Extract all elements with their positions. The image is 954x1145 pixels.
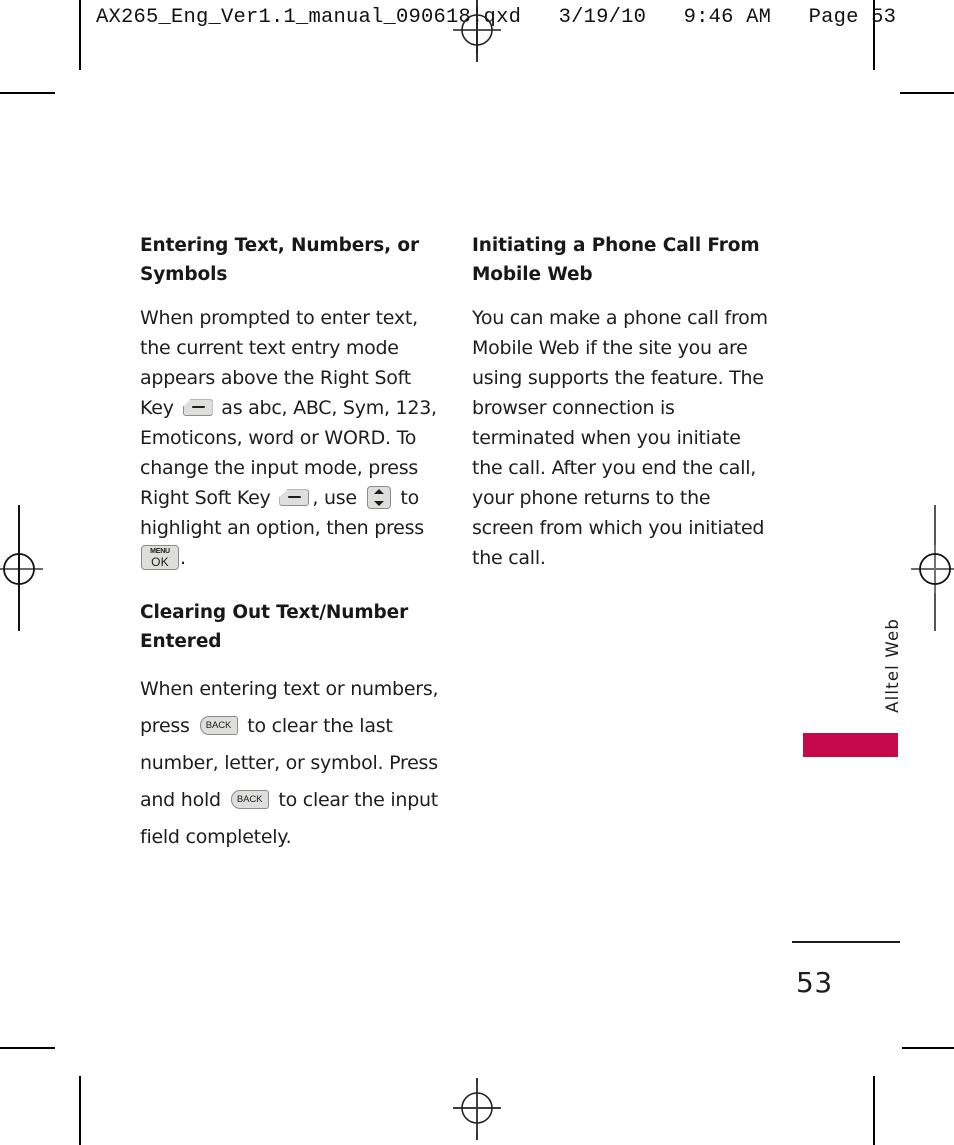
right-column: Initiating a Phone Call From Mobile Web … [472, 232, 772, 595]
right-soft-key-icon [182, 399, 213, 417]
page-content: Entering Text, Numbers, or Symbols When … [0, 0, 954, 1145]
menu-ok-key-icon: MENU OK [141, 545, 179, 571]
back-key-icon: BACK [199, 715, 238, 735]
heading-entering-text: Entering Text, Numbers, or Symbols [140, 235, 420, 285]
heading-initiating-phone-call: Initiating a Phone Call From Mobile Web [472, 235, 760, 285]
page-number: 53 [796, 966, 833, 999]
left-column: Entering Text, Numbers, or Symbols When … [140, 232, 440, 878]
footer-rule [792, 941, 900, 943]
back-key-icon: BACK [230, 789, 269, 809]
menu-key-label: MENU [150, 547, 170, 555]
heading-clearing-out-text: Clearing Out Text/Number Entered [140, 602, 409, 653]
paragraph-initiating-phone-call: You can make a phone call from Mobile We… [472, 307, 768, 570]
navigation-up-down-key-icon [366, 486, 391, 510]
back-key-label: BACK [205, 719, 232, 731]
paragraph-entering-text: When prompted to enter text, the current… [140, 303, 440, 573]
right-soft-key-icon [279, 489, 310, 507]
side-tab-label-alltel-web: Alltel Web [883, 618, 902, 713]
paragraph-text-segment: . [180, 547, 186, 570]
paragraph-clearing-out-text: When entering text or numbers, press BAC… [140, 671, 440, 856]
back-key-label: BACK [236, 793, 263, 805]
side-tab-color-bar [803, 733, 898, 757]
ok-key-label: OK [151, 554, 169, 569]
paragraph-text-segment: , use [312, 487, 357, 510]
